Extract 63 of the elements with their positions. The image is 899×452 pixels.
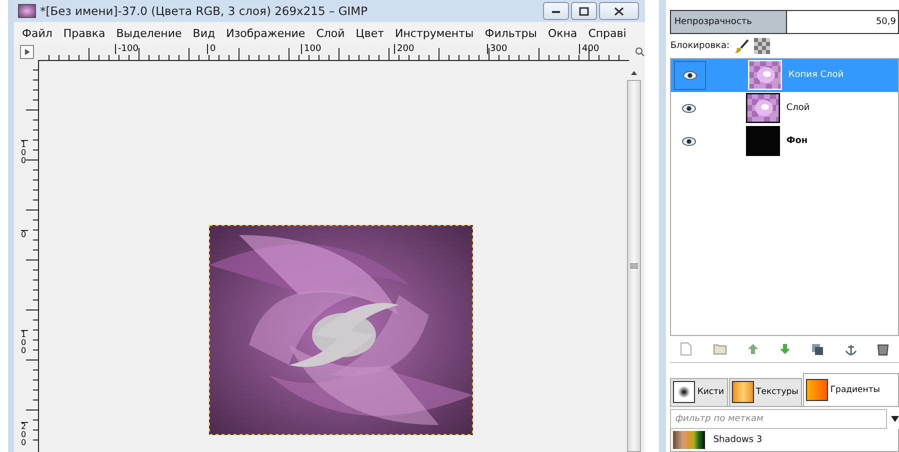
ruler-label: 0	[207, 44, 216, 54]
close-icon	[614, 6, 624, 16]
opacity-label: Непрозрачность	[671, 11, 788, 33]
layer-row[interactable]: Слой	[671, 92, 898, 125]
menu-item[interactable]: Файл	[22, 26, 52, 40]
gradient-swatch	[673, 430, 706, 449]
menu-item[interactable]: Слой	[316, 26, 345, 40]
maximize-icon	[579, 6, 589, 16]
layer-row[interactable]: Фон	[671, 124, 898, 158]
zoom-icon[interactable]	[635, 47, 645, 57]
pattern-preview-icon	[732, 381, 754, 404]
minimize-button[interactable]	[543, 2, 569, 20]
ruler-label: 200	[394, 44, 414, 54]
ruler-label: 100	[301, 44, 322, 54]
lock-label: Блокировка:	[670, 40, 730, 51]
gradient-preview-icon	[806, 378, 828, 401]
menu-item[interactable]: Цвет	[356, 26, 384, 40]
layer-thumbnail	[746, 126, 780, 156]
play-icon	[23, 48, 31, 56]
menu-item[interactable]: Фильтры	[484, 26, 537, 40]
filter-field[interactable]: фильтр по меткам	[670, 408, 887, 429]
eye-icon[interactable]	[674, 60, 706, 90]
layer-name: Копия Слой	[788, 70, 844, 80]
menu-item[interactable]: Вид	[192, 26, 216, 40]
menu-item[interactable]: Окна	[548, 26, 578, 40]
brush-icon[interactable]	[734, 38, 750, 54]
app-icon	[18, 4, 36, 18]
gradient-item[interactable]: Shadows 3	[671, 428, 898, 451]
close-button[interactable]	[599, 2, 639, 20]
minimize-icon	[551, 8, 561, 14]
menu-item[interactable]: Инструменты	[395, 26, 474, 40]
ruler-label: 300	[487, 44, 508, 54]
folder-icon[interactable]	[712, 343, 727, 356]
layer-thumbnail	[748, 60, 782, 90]
menu-item[interactable]: Изображение	[226, 26, 306, 40]
ruler-label: 200	[21, 422, 28, 447]
checkerboard-icon[interactable]	[754, 38, 770, 54]
window-title: *[Без имени]-37.0 (Цвета RGB, 3 слоя) 269x215 – GIMP	[40, 4, 369, 18]
ruler-label: 100	[21, 140, 28, 165]
ruler-label: 400	[579, 44, 600, 54]
trash-icon[interactable]	[876, 342, 889, 356]
panel-tab[interactable]: Кисти	[670, 378, 728, 406]
layer-name: Фон	[786, 136, 808, 146]
layer-thumbnail	[746, 93, 780, 124]
down-arrow-icon[interactable]	[779, 343, 792, 356]
dropdown-arrow-icon[interactable]	[891, 416, 899, 422]
anchor-icon[interactable]	[844, 342, 857, 356]
opacity-value[interactable]: 50,9	[787, 11, 898, 33]
duplicate-icon[interactable]	[811, 342, 824, 356]
maximize-button[interactable]	[571, 2, 597, 20]
grip-icon	[630, 262, 638, 270]
ruler-label: 100	[21, 330, 28, 355]
panel-tab[interactable]: Градиенты	[803, 372, 899, 406]
menu-item[interactable]: Выделение	[116, 26, 182, 40]
navigate-button[interactable]	[20, 45, 34, 59]
panel-tab[interactable]: Текстуры	[729, 378, 802, 406]
layer-name: Слой	[786, 103, 810, 114]
menu-item[interactable]: Справі	[588, 26, 626, 40]
ruler-label: -100	[115, 44, 138, 54]
brush-preview-icon	[673, 381, 696, 404]
ruler-label: 0	[21, 230, 28, 239]
scroll-up-icon	[630, 70, 638, 76]
menu-item[interactable]: Правка	[63, 26, 106, 40]
